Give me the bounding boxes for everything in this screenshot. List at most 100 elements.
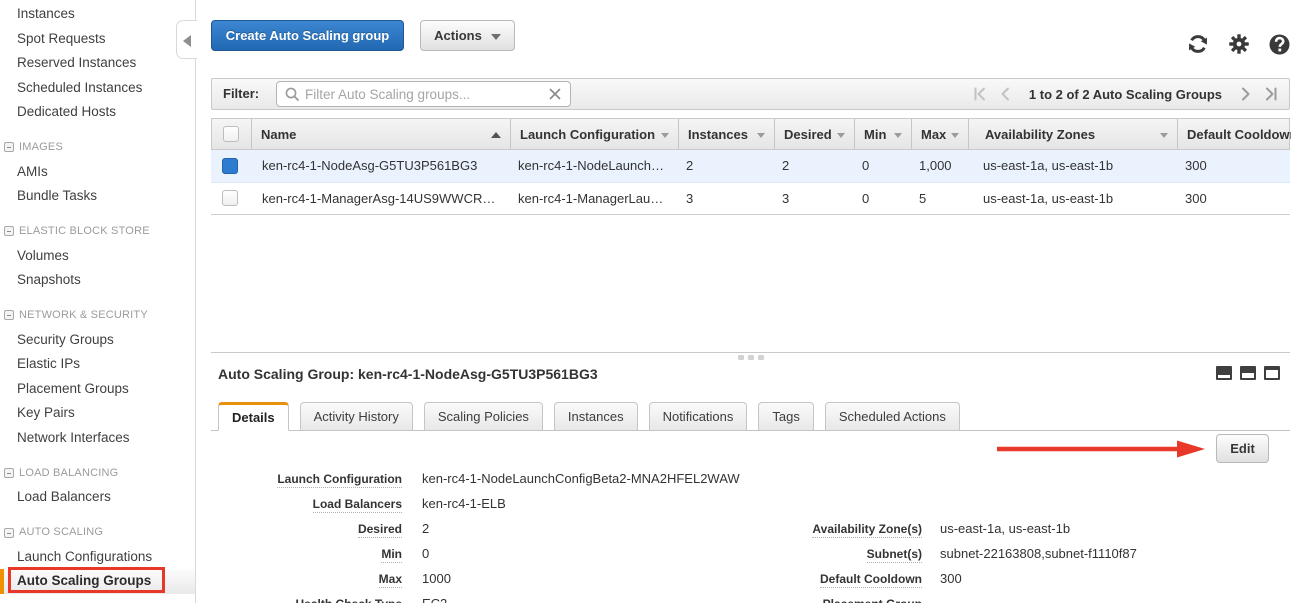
field-row: Launch Configurationken-rc4-1-NodeLaunch… bbox=[211, 466, 740, 491]
sidebar-section-load-balancing[interactable]: LOAD BALANCING bbox=[0, 461, 195, 486]
pane-resize-handle[interactable] bbox=[738, 355, 764, 360]
sidebar-item-elastic-ips[interactable]: Elastic IPs bbox=[0, 352, 195, 377]
cell-min: 0 bbox=[853, 150, 910, 182]
column-header-instances[interactable]: Instances bbox=[678, 119, 774, 149]
sidebar-item-scheduled-instances[interactable]: Scheduled Instances bbox=[0, 76, 195, 101]
annotation-arrow bbox=[995, 440, 1207, 458]
sidebar-item-instances[interactable]: Instances bbox=[0, 2, 195, 27]
tab-instances[interactable]: Instances bbox=[554, 402, 638, 431]
actions-button-label: Actions bbox=[434, 28, 482, 43]
filter-input[interactable] bbox=[299, 87, 549, 102]
sidebar-collapse-button[interactable] bbox=[176, 20, 197, 59]
detail-tabs: Details Activity History Scaling Policies I… bbox=[211, 402, 1290, 431]
edit-button[interactable]: Edit bbox=[1216, 434, 1269, 463]
pane-small-icon[interactable] bbox=[1216, 366, 1232, 380]
sidebar-item-amis[interactable]: AMIs bbox=[0, 160, 195, 185]
table-row[interactable]: ken-rc4-1-NodeAsg-G5TU3P561BG3ken-rc4-1-… bbox=[211, 150, 1290, 183]
column-header-availability-zones[interactable]: Availability Zones bbox=[968, 119, 1177, 149]
cell-instances: 2 bbox=[677, 150, 773, 182]
table-row[interactable]: ken-rc4-1-ManagerAsg-14US9WWCR…ken-rc4-1… bbox=[211, 183, 1290, 216]
field-value: 0 bbox=[422, 546, 429, 561]
gear-icon[interactable] bbox=[1229, 34, 1249, 54]
column-filter-icon[interactable] bbox=[661, 133, 669, 138]
select-all-checkbox[interactable] bbox=[223, 126, 239, 142]
cell-desired: 2 bbox=[773, 150, 853, 182]
collapse-section-icon bbox=[4, 142, 14, 152]
sort-ascending-icon[interactable] bbox=[491, 132, 501, 138]
sidebar-item-placement-groups[interactable]: Placement Groups bbox=[0, 377, 195, 402]
column-header-default-cooldown[interactable]: Default Cooldown bbox=[1177, 119, 1291, 149]
tab-activity-history[interactable]: Activity History bbox=[300, 402, 413, 431]
tab-tags[interactable]: Tags bbox=[758, 402, 813, 431]
sidebar-section-label: LOAD BALANCING bbox=[19, 461, 118, 486]
column-filter-icon[interactable] bbox=[757, 133, 765, 138]
page-first-icon[interactable] bbox=[973, 87, 987, 101]
column-header-min[interactable]: Min bbox=[854, 119, 911, 149]
sidebar-item-bundle-tasks[interactable]: Bundle Tasks bbox=[0, 184, 195, 209]
column-filter-icon[interactable] bbox=[837, 133, 845, 138]
field-label: Health Check Type bbox=[211, 597, 402, 603]
tab-scheduled-actions[interactable]: Scheduled Actions bbox=[825, 402, 960, 431]
sidebar-item-security-groups[interactable]: Security Groups bbox=[0, 328, 195, 353]
sidebar-item-load-balancers[interactable]: Load Balancers bbox=[0, 485, 195, 510]
sidebar-section-label: ELASTIC BLOCK STORE bbox=[19, 219, 150, 244]
field-label: Desired bbox=[211, 522, 402, 536]
sidebar-item-key-pairs[interactable]: Key Pairs bbox=[0, 401, 195, 426]
sidebar-section-auto-scaling[interactable]: AUTO SCALING bbox=[0, 520, 195, 545]
column-filter-icon[interactable] bbox=[1160, 133, 1168, 138]
sidebar-item-network-interfaces[interactable]: Network Interfaces bbox=[0, 426, 195, 451]
column-header-name[interactable]: Name bbox=[251, 119, 510, 149]
sidebar-item-volumes[interactable]: Volumes bbox=[0, 244, 195, 269]
detail-panel-title: Auto Scaling Group: ken-rc4-1-NodeAsg-G5… bbox=[218, 366, 598, 382]
column-header-launch-configuration[interactable]: Launch Configuration bbox=[510, 119, 678, 149]
pane-large-icon[interactable] bbox=[1264, 366, 1280, 380]
create-auto-scaling-group-button[interactable]: Create Auto Scaling group bbox=[211, 20, 404, 51]
collapse-section-icon bbox=[4, 528, 14, 538]
field-row: Load Balancersken-rc4-1-ELB bbox=[211, 491, 740, 516]
refresh-icon[interactable] bbox=[1187, 33, 1209, 55]
tab-notifications[interactable]: Notifications bbox=[649, 402, 748, 431]
sidebar-section-network-security[interactable]: NETWORK & SECURITY bbox=[0, 303, 195, 328]
sidebar-item-auto-scaling-groups[interactable]: Auto Scaling Groups bbox=[0, 569, 195, 594]
column-header-desired[interactable]: Desired bbox=[774, 119, 854, 149]
tab-scaling-policies[interactable]: Scaling Policies bbox=[424, 402, 543, 431]
field-row: Placement Group bbox=[736, 591, 1137, 603]
page-prev-icon[interactable] bbox=[1000, 87, 1010, 101]
help-icon[interactable] bbox=[1269, 34, 1290, 55]
sidebar-section-images[interactable]: IMAGES bbox=[0, 135, 195, 160]
collapse-section-icon bbox=[4, 226, 14, 236]
field-label: Subnet(s) bbox=[736, 547, 922, 561]
actions-button[interactable]: Actions bbox=[420, 20, 515, 51]
ec2-console-screen: InstancesSpot RequestsReserved Instances… bbox=[0, 0, 1298, 603]
tab-details[interactable]: Details bbox=[218, 402, 289, 431]
filter-label: Filter: bbox=[223, 79, 259, 109]
field-row: Availability Zone(s)us-east-1a, us-east-… bbox=[736, 516, 1137, 541]
page-next-icon[interactable] bbox=[1241, 87, 1251, 101]
field-row: Max1000 bbox=[211, 566, 740, 591]
row-checkbox[interactable] bbox=[222, 158, 238, 174]
field-value: us-east-1a, us-east-1b bbox=[940, 521, 1070, 536]
column-filter-icon[interactable] bbox=[894, 133, 902, 138]
row-checkbox[interactable] bbox=[222, 190, 238, 206]
cell-name: ken-rc4-1-ManagerAsg-14US9WWCR… bbox=[250, 183, 509, 215]
column-filter-icon[interactable] bbox=[951, 133, 959, 138]
column-header-label: Desired bbox=[784, 127, 832, 142]
clear-filter-icon[interactable] bbox=[549, 88, 561, 100]
page-last-icon[interactable] bbox=[1264, 87, 1278, 101]
cell-name: ken-rc4-1-NodeAsg-G5TU3P561BG3 bbox=[250, 150, 509, 182]
field-label: Default Cooldown bbox=[736, 572, 922, 586]
sidebar-item-spot-requests[interactable]: Spot Requests bbox=[0, 27, 195, 52]
sidebar-item-dedicated-hosts[interactable]: Dedicated Hosts bbox=[0, 100, 195, 125]
pane-half-icon[interactable] bbox=[1240, 366, 1256, 380]
detail-tabs-strip: Details Activity History Scaling Policies I… bbox=[218, 402, 960, 431]
column-header-label: Availability Zones bbox=[985, 127, 1095, 142]
sidebar-item-reserved-instances[interactable]: Reserved Instances bbox=[0, 51, 195, 76]
cell-launch-configuration: ken-rc4-1-NodeLaunch… bbox=[509, 150, 677, 182]
asg-table: NameLaunch ConfigurationInstances Desired… bbox=[211, 118, 1290, 215]
pagination: 1 to 2 of 2 Auto Scaling Groups bbox=[973, 79, 1278, 109]
sidebar-section-elastic-block-store[interactable]: ELASTIC BLOCK STORE bbox=[0, 219, 195, 244]
column-header-max[interactable]: Max bbox=[911, 119, 968, 149]
collapse-section-icon bbox=[4, 310, 14, 320]
sidebar-item-launch-configurations[interactable]: Launch Configurations bbox=[0, 545, 195, 570]
sidebar-item-snapshots[interactable]: Snapshots bbox=[0, 268, 195, 293]
